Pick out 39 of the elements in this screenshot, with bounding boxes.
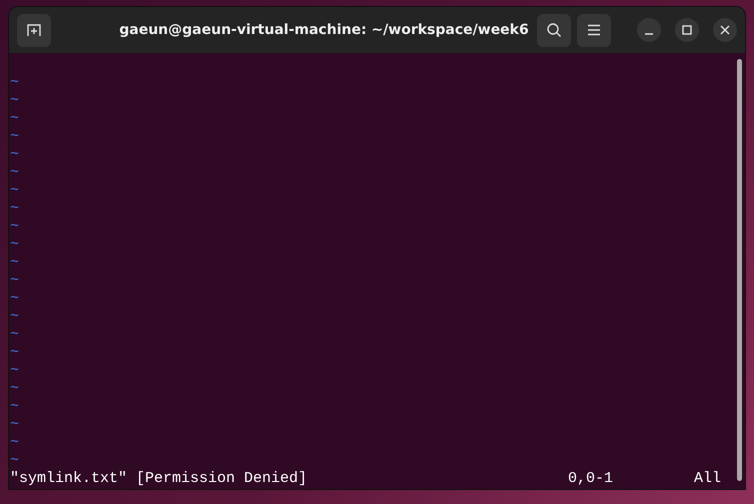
empty-line-marker: ~: [10, 362, 20, 380]
empty-line-marker: ~: [10, 200, 20, 218]
empty-line-marker: ~: [10, 110, 20, 128]
empty-line-marker: ~: [10, 434, 20, 452]
empty-line-marker: ~: [10, 164, 20, 182]
empty-line-marker: ~: [10, 74, 20, 92]
new-tab-button[interactable]: [17, 14, 51, 46]
menu-icon: [587, 23, 601, 37]
maximize-icon: [682, 25, 692, 35]
new-tab-icon: [26, 22, 42, 38]
empty-line-marker: ~: [10, 146, 20, 164]
maximize-button[interactable]: [675, 18, 699, 42]
search-icon: [546, 22, 562, 38]
window-title: gaeun@gaeun-virtual-machine: ~/workspace/week6: [118, 22, 530, 38]
close-button[interactable]: [713, 18, 737, 42]
empty-line-marker: ~: [10, 236, 20, 254]
minimize-button[interactable]: [637, 18, 661, 42]
empty-line-marker: ~: [10, 380, 20, 398]
scrollbar-thumb[interactable]: [737, 59, 742, 481]
empty-line-marker: ~: [10, 128, 20, 146]
empty-line-marker: ~: [10, 308, 20, 326]
empty-line-marker: ~: [10, 218, 20, 236]
empty-line-marker: ~: [10, 92, 20, 110]
empty-line-marker: ~: [10, 326, 20, 344]
search-button[interactable]: [537, 14, 571, 46]
scroll-indicator: All: [694, 470, 722, 488]
empty-line-marker: ~: [10, 416, 20, 434]
minimize-icon: [644, 33, 654, 35]
status-message: "symlink.txt" [Permission Denied]: [10, 470, 308, 488]
empty-line-marker: ~: [10, 182, 20, 200]
close-icon: [720, 25, 730, 35]
empty-line-marker: ~: [10, 272, 20, 290]
empty-line-marker: ~: [10, 254, 20, 272]
empty-line-marker: ~: [10, 344, 20, 362]
menu-button[interactable]: [577, 14, 611, 46]
cursor-position: 0,0-1: [568, 470, 614, 488]
empty-line-marker: ~: [10, 398, 20, 416]
empty-line-marker: ~: [10, 452, 20, 470]
empty-line-marker: ~: [10, 290, 20, 308]
